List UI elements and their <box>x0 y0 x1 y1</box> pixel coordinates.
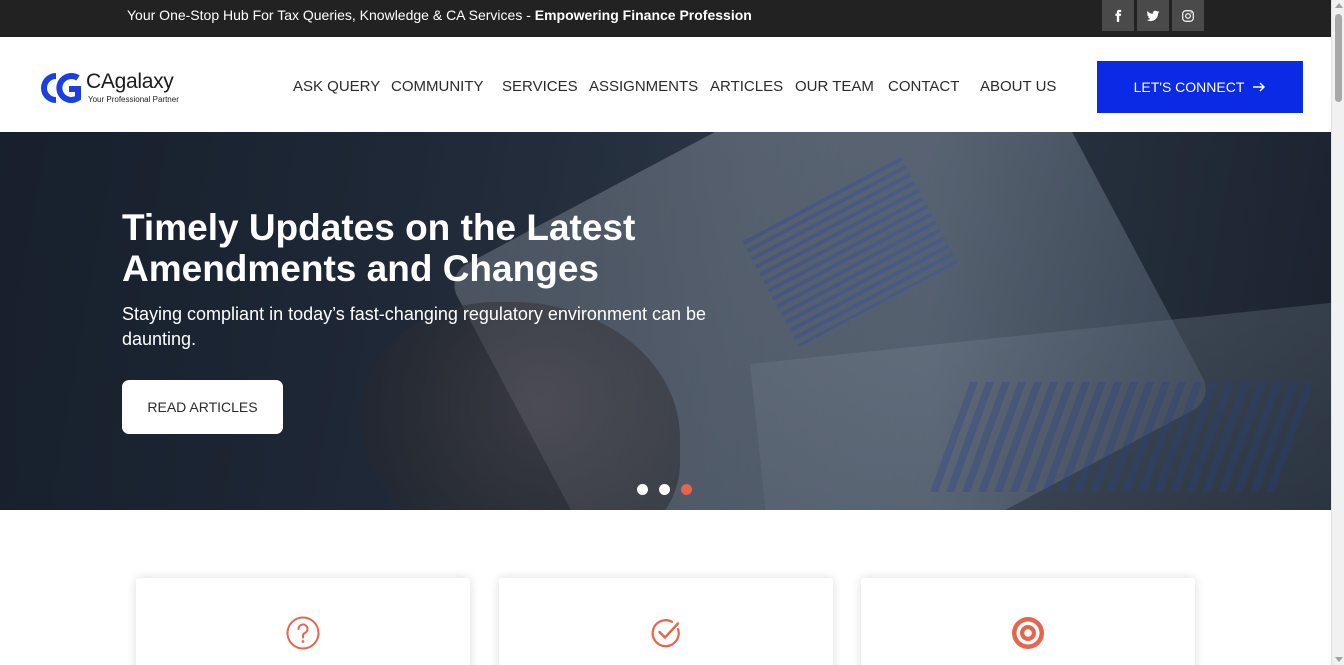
twitter-icon <box>1146 10 1160 21</box>
nav-about-us[interactable]: ABOUT US <box>980 78 1056 96</box>
instagram-button[interactable] <box>1172 0 1204 31</box>
hero-subtitle: Staying compliant in today’s fast-changi… <box>122 304 707 349</box>
lets-connect-button[interactable]: LET'S CONNECT <box>1097 61 1303 113</box>
nav-ask-query[interactable]: ASK QUERY <box>293 78 380 96</box>
instagram-icon <box>1182 9 1194 22</box>
tagline-bold-text: Empowering Finance Profession <box>534 7 752 23</box>
hero-title: Timely Updates on the Latest Amendments … <box>122 207 636 289</box>
nav-contact[interactable]: CONTACT <box>888 78 959 96</box>
feature-card-1 <box>136 578 470 665</box>
question-circle-icon <box>286 616 320 650</box>
tagline: Your One-Stop Hub For Tax Queries, Knowl… <box>127 7 752 24</box>
tagline-text: Your One-Stop Hub For Tax Queries, Knowl… <box>127 7 535 23</box>
facebook-icon <box>1115 9 1122 22</box>
scroll-down-arrow-icon[interactable] <box>1335 657 1343 662</box>
target-icon <box>1012 617 1044 649</box>
scroll-up-arrow-icon[interactable] <box>1335 3 1343 8</box>
facebook-button[interactable] <box>1102 0 1134 31</box>
nav-articles[interactable]: ARTICLES <box>710 78 783 96</box>
slider-dot-1[interactable] <box>637 484 648 495</box>
cg-logo-icon <box>41 73 81 103</box>
site-header: CAgalaxy Your Professional Partner ASK Q… <box>0 37 1331 132</box>
logo-tagline: Your Professional Partner <box>88 95 179 104</box>
nav-services[interactable]: SERVICES <box>502 78 578 96</box>
hero-slider: Timely Updates on the Latest Amendments … <box>0 132 1331 510</box>
feature-card-3 <box>861 578 1195 665</box>
slider-dot-2[interactable] <box>659 484 670 495</box>
site-logo[interactable]: CAgalaxy Your Professional Partner <box>36 70 186 106</box>
check-circle-icon <box>651 619 680 648</box>
nav-our-team[interactable]: OUR TEAM <box>795 78 874 96</box>
logo-name: CAgalaxy <box>86 70 174 93</box>
feature-card-2 <box>499 578 833 665</box>
page-scrollbar[interactable] <box>1331 0 1344 665</box>
twitter-button[interactable] <box>1137 0 1169 31</box>
arrow-right-icon <box>1253 82 1266 92</box>
top-bar: Your One-Stop Hub For Tax Queries, Knowl… <box>0 0 1331 37</box>
nav-community[interactable]: COMMUNITY <box>391 78 484 96</box>
slider-dot-3[interactable] <box>681 484 692 495</box>
nav-assignments[interactable]: ASSIGNMENTS <box>589 78 698 96</box>
lets-connect-label: LET'S CONNECT <box>1133 79 1245 95</box>
read-articles-button[interactable]: READ ARTICLES <box>122 380 283 434</box>
slider-dots <box>637 484 692 495</box>
scrollbar-thumb[interactable] <box>1335 14 1342 102</box>
